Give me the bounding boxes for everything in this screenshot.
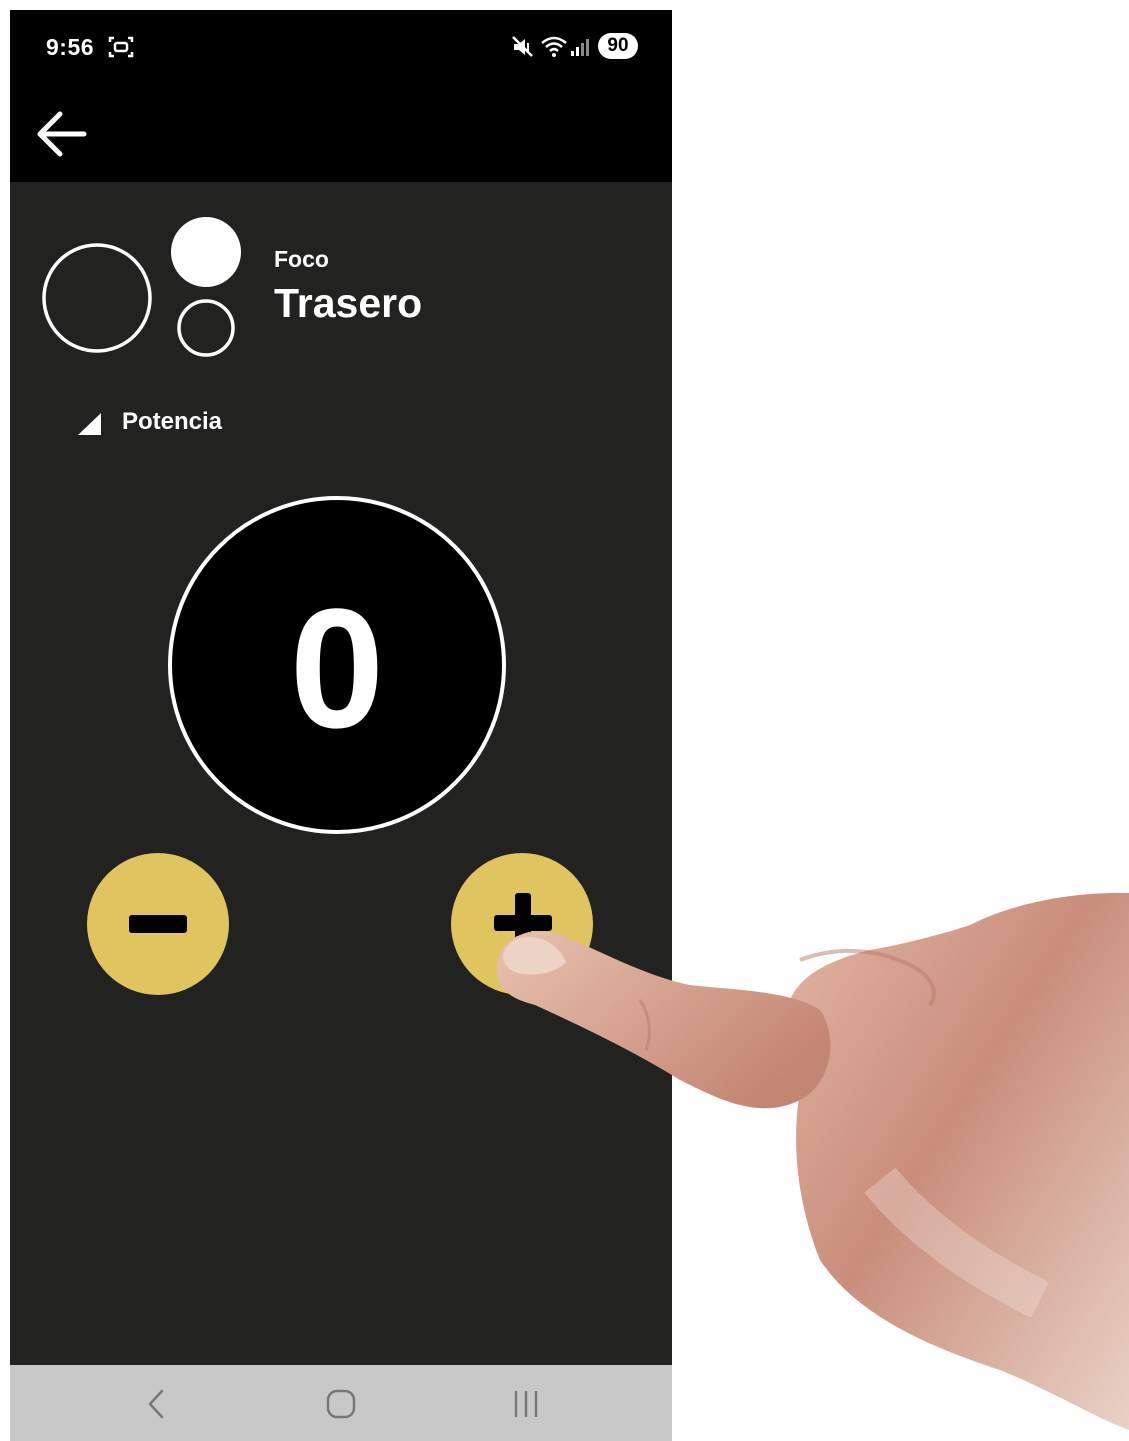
status-bar: 9:56 90 (10, 10, 672, 86)
arrow-left-icon (37, 111, 87, 157)
focus-circles-icon (42, 217, 241, 357)
device-type-label: Foco (274, 246, 329, 272)
decrease-button[interactable] (87, 853, 229, 995)
signal-triangle-icon (78, 413, 101, 435)
screenshot-canvas: 9:56 90 Foco Trasero Potencia 0 (0, 0, 1129, 1441)
nav-recents-button[interactable] (496, 1379, 556, 1429)
back-button[interactable] (32, 106, 92, 162)
app-bar (10, 86, 672, 182)
power-value-display: 0 (168, 496, 506, 834)
system-nav-bar (10, 1365, 672, 1441)
power-value: 0 (289, 574, 385, 764)
nav-back-icon (148, 1389, 164, 1419)
wifi-icon (541, 36, 567, 57)
signal-icon (571, 39, 589, 56)
nav-home-button[interactable] (311, 1379, 371, 1429)
minus-icon (129, 915, 187, 933)
increase-button[interactable] (451, 853, 593, 995)
main-content: Foco Trasero Potencia 0 (10, 182, 672, 1365)
power-label: Potencia (122, 408, 223, 435)
nav-home-icon (326, 1389, 356, 1419)
status-time: 9:56 (46, 34, 95, 60)
device-name-title: Trasero (274, 280, 423, 326)
phone-screen: 9:56 90 Foco Trasero Potencia 0 (10, 10, 672, 1441)
screenshot-icon (108, 36, 134, 58)
mute-icon (512, 36, 533, 57)
nav-back-button[interactable] (126, 1379, 186, 1429)
nav-recents-icon (514, 1391, 538, 1417)
battery-badge: 90 (598, 33, 638, 59)
